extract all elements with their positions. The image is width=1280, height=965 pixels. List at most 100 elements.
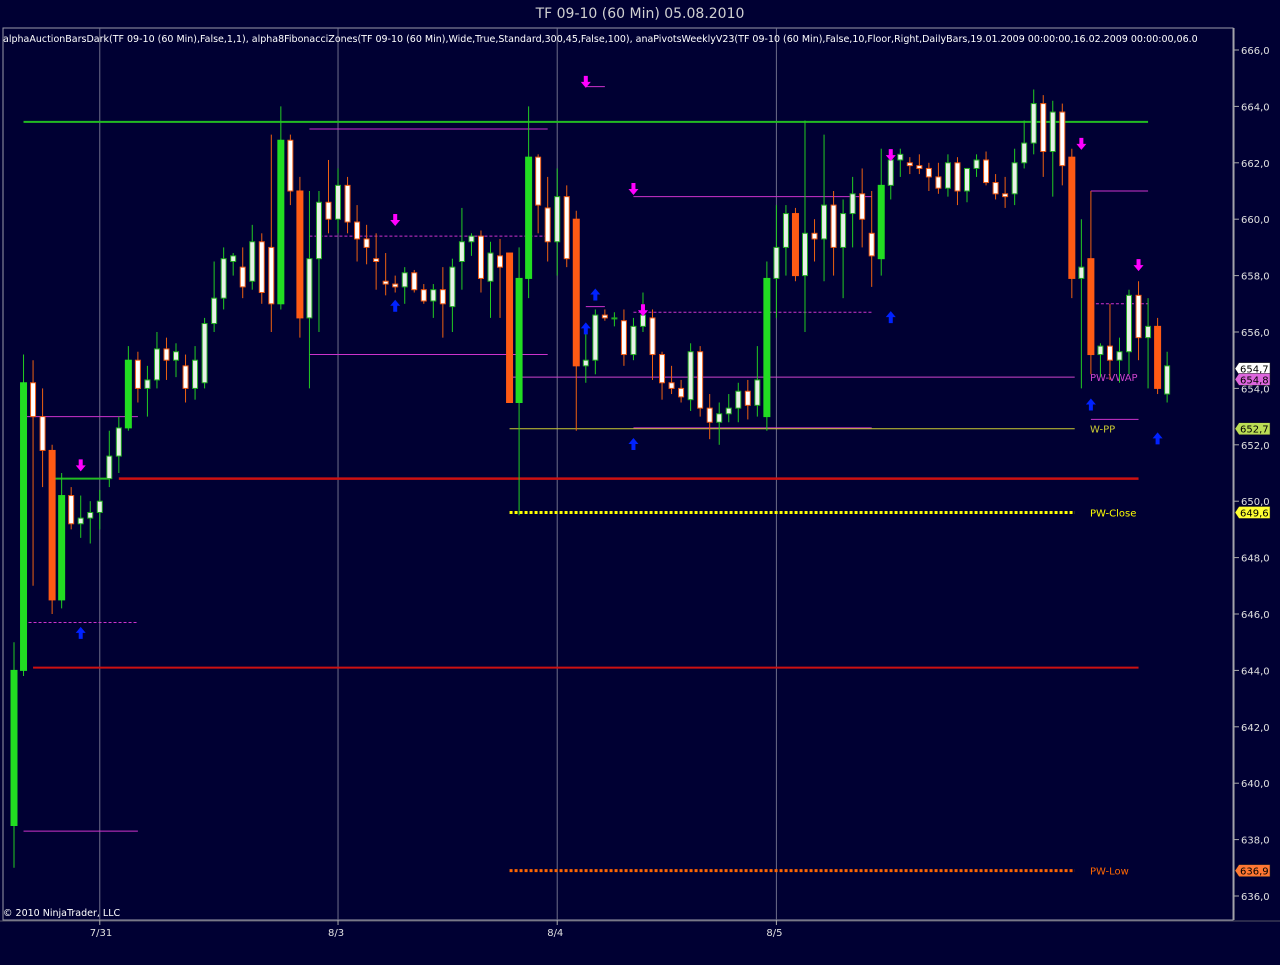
buy-arrow-icon <box>580 322 591 335</box>
candle-body <box>115 427 122 457</box>
candle-body <box>192 359 199 389</box>
time-tick-label: 7/31 <box>90 928 112 939</box>
candle-body <box>48 449 56 601</box>
candle-body <box>697 351 704 409</box>
candle-body <box>735 390 742 409</box>
price-tick-label: 644,0 <box>1241 666 1270 677</box>
candle-body <box>20 382 28 671</box>
level-label-pw-low: PW-Low <box>1090 867 1129 878</box>
candle-body <box>392 283 399 288</box>
sell-arrow-icon <box>1076 137 1087 150</box>
candle-body <box>877 184 885 260</box>
candle-body <box>973 159 980 169</box>
candle-body <box>1030 103 1037 144</box>
time-tick-label: 8/3 <box>328 928 344 939</box>
candle-body <box>411 272 418 291</box>
buy-arrow-icon <box>390 299 401 312</box>
chart-window: TF 09-10 (60 Min) 05.08.2010 PW-VWAP W-PP… <box>0 0 1280 965</box>
candle-body <box>801 232 808 277</box>
candle-body <box>39 416 46 451</box>
candle-body <box>744 390 751 406</box>
candle-body <box>678 387 685 398</box>
candle-body <box>821 204 828 240</box>
candle-body <box>506 252 514 403</box>
candle-body <box>983 159 990 184</box>
candle-body <box>277 139 285 305</box>
candle-body <box>582 359 589 367</box>
candle-body <box>944 162 951 189</box>
candle-body <box>1011 162 1018 195</box>
candle-body <box>306 258 313 319</box>
candle-body <box>287 139 294 192</box>
candle-body <box>58 495 66 601</box>
grid <box>0 27 1280 922</box>
candle-body <box>220 258 227 299</box>
sell-arrow-icon <box>628 183 639 195</box>
candle-body <box>1040 103 1047 153</box>
sell-arrow-icon <box>390 214 401 227</box>
indicator-list: alphaAuctionBarsDark(TF 09-10 (60 Min),F… <box>3 34 1198 45</box>
level-label-pw-vwap: PW-VWAP <box>1090 373 1138 384</box>
candle-body <box>1154 325 1162 389</box>
candle-body <box>611 317 618 320</box>
candle-body <box>773 246 780 279</box>
candle-body <box>1068 156 1076 279</box>
price-tick-label: 638,0 <box>1241 836 1270 847</box>
candle-body <box>468 235 475 243</box>
candle-body <box>401 272 408 288</box>
price-axis: 666,0664,0662,0660,0658,0656,0654,0652,0… <box>1233 28 1271 920</box>
candle-body <box>315 201 322 260</box>
buy-arrow-icon <box>628 437 639 450</box>
candle-body <box>649 317 656 356</box>
candle-body <box>563 196 570 260</box>
sell-arrow-icon <box>1133 259 1144 272</box>
candle-body <box>449 266 456 308</box>
candle-body <box>477 235 484 279</box>
candle-body <box>525 156 533 279</box>
price-tick-label: 662,0 <box>1241 159 1270 170</box>
price-tick-label: 664,0 <box>1241 102 1270 113</box>
candle-body <box>554 196 561 243</box>
candle-body <box>868 232 875 257</box>
candle-body <box>258 241 265 294</box>
price-tick-label: 636,0 <box>1241 892 1270 903</box>
buy-arrow-icon <box>590 288 601 301</box>
candle-body <box>1059 111 1066 167</box>
candle-body <box>430 289 437 302</box>
candle-body <box>10 669 18 827</box>
price-tick-label: 640,0 <box>1241 779 1270 790</box>
candle-body <box>106 455 113 480</box>
candle-body <box>124 359 132 429</box>
candle-body <box>1135 294 1142 339</box>
candle-body <box>964 167 970 192</box>
candle-body <box>211 297 218 325</box>
candle-body <box>77 517 84 525</box>
candle-body <box>173 351 180 361</box>
candle-body <box>373 258 380 262</box>
candle-body <box>487 252 494 282</box>
candle-body <box>887 159 894 186</box>
candle-body <box>849 193 856 215</box>
price-tick-label: 646,0 <box>1241 610 1270 621</box>
price-chart[interactable]: PW-VWAP W-PP PW-Close PW-Low 666,0 664,0 662,… <box>0 0 1280 965</box>
candle-body <box>87 511 94 519</box>
candle-body <box>763 277 771 418</box>
candle-body <box>925 167 932 178</box>
candle-body <box>439 289 446 305</box>
candle-body <box>916 165 923 169</box>
candle-body <box>335 184 342 220</box>
candle-body <box>639 314 646 327</box>
candle-body <box>535 156 542 206</box>
level-label-w-pp: W-PP <box>1090 425 1115 436</box>
price-tick-label: 648,0 <box>1241 554 1270 565</box>
price-tick-label: 660,0 <box>1241 215 1270 226</box>
candle-body <box>659 354 666 384</box>
candle-body <box>791 213 799 277</box>
candle-body <box>249 241 256 282</box>
candle-body <box>268 246 275 305</box>
candle-body <box>1164 365 1171 395</box>
level-w-pp-tag-label: 652,7 <box>1240 425 1269 436</box>
signal-arrows <box>75 75 1163 639</box>
candle-body <box>782 213 789 248</box>
candle-body <box>134 359 141 389</box>
